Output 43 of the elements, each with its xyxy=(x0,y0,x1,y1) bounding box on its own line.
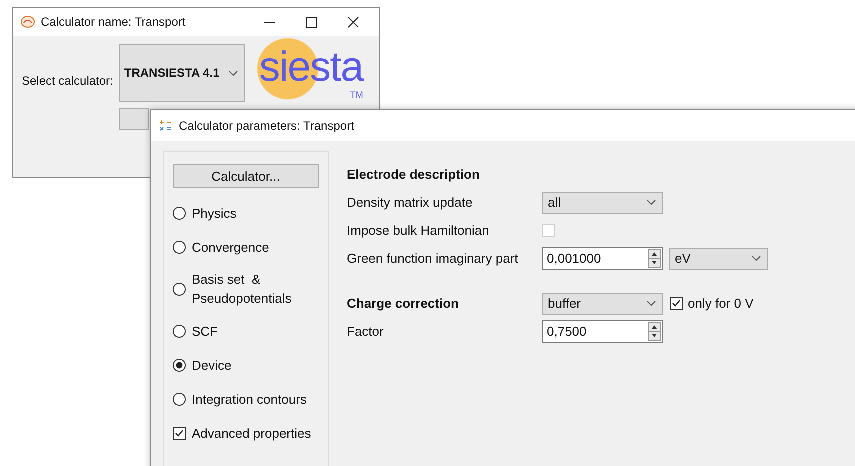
field-label: Factor xyxy=(347,324,385,339)
window-title: Calculator name: Transport xyxy=(41,15,187,29)
option-label: Advanced properties xyxy=(192,424,312,442)
option-label: Device xyxy=(192,356,232,374)
dropdown[interactable]: all xyxy=(542,192,663,214)
radio-button[interactable] xyxy=(173,206,186,220)
chevron-icon xyxy=(752,256,761,261)
radio-button[interactable] xyxy=(173,358,186,372)
radio-button[interactable] xyxy=(173,282,186,296)
dropdown[interactable]: buffer xyxy=(542,292,663,314)
option-label: Physics xyxy=(192,204,237,222)
app-icon xyxy=(21,16,35,28)
option-label: Convergence xyxy=(192,238,270,256)
chevron-icon xyxy=(647,200,656,205)
chevron-icon xyxy=(229,70,238,76)
field-label: Density matrix update xyxy=(347,195,474,210)
field-label: Green function imaginary part xyxy=(347,251,520,266)
chevron-icon xyxy=(647,301,656,306)
option-label: SCF xyxy=(192,322,218,340)
checkbox[interactable] xyxy=(670,297,683,310)
radio-button[interactable] xyxy=(173,324,186,338)
option-label: Integration contours xyxy=(192,390,307,408)
window-title: Calculator parameters: Transport xyxy=(179,118,356,132)
trademark-mark: TM xyxy=(350,90,364,100)
unit-dropdown[interactable]: eV xyxy=(669,248,768,270)
select-label: Select calculator: xyxy=(22,74,114,88)
number-field[interactable]: 0,7500 xyxy=(542,320,663,343)
close-icon[interactable] xyxy=(348,16,358,28)
calculator-icon xyxy=(159,118,173,132)
spin-buttons[interactable] xyxy=(648,249,661,268)
number-field[interactable]: 0,001000 xyxy=(542,247,663,270)
radio-button[interactable] xyxy=(173,240,186,254)
section-heading: Electrode description xyxy=(347,167,481,182)
spin-buttons[interactable] xyxy=(648,322,661,341)
option-label: Basis set & Pseudopotentials xyxy=(192,271,292,308)
checkbox-label: only for 0 V xyxy=(688,296,754,311)
field-label: Charge correction xyxy=(347,296,460,311)
calculator-button[interactable]: Calculator... xyxy=(173,164,319,188)
field-label: Impose bulk Hamiltonian xyxy=(347,223,490,238)
calculator-dropdown[interactable]: TRANSIESTA 4.1 xyxy=(119,44,246,102)
radio-button[interactable] xyxy=(173,392,186,406)
checkbox[interactable] xyxy=(173,426,186,440)
maximize-icon[interactable] xyxy=(306,16,316,28)
